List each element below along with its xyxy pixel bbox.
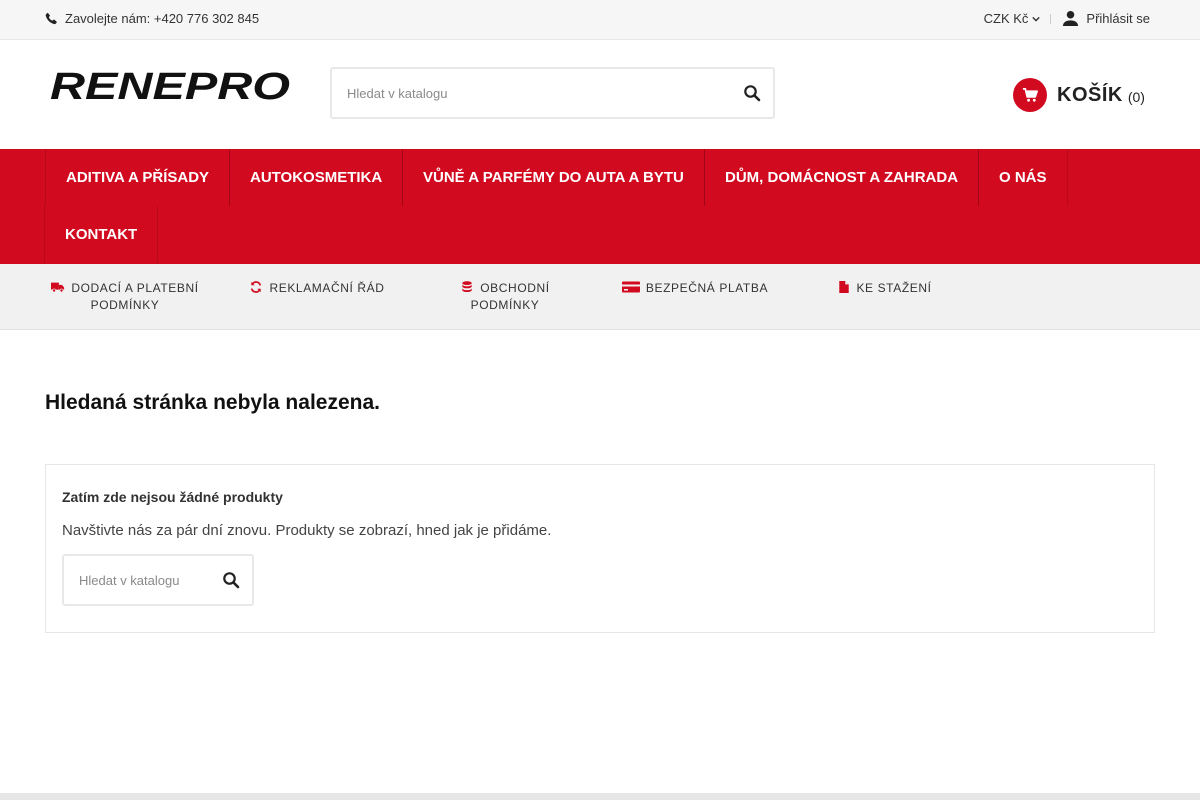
site-logo[interactable]: RENEPRO [48, 66, 293, 108]
search-icon[interactable] [743, 84, 761, 102]
login-link[interactable]: Přihlásit se [1062, 10, 1150, 27]
info-label: PODMÍNKY [470, 298, 540, 312]
info-label: OBCHODNÍ [480, 281, 550, 295]
info-link-complaints[interactable]: REKLAMAČNÍ ŘÁD [247, 280, 387, 297]
currency-label: CZK Kč [983, 11, 1029, 26]
truck-icon [51, 282, 65, 293]
nav-item-dum[interactable]: DŮM, DOMÁCNOST A ZAHRADA [704, 149, 979, 206]
user-icon [1063, 10, 1079, 27]
cart-label: KOŠÍK [1057, 83, 1123, 106]
cart-badge [1013, 78, 1047, 112]
info-link-terms[interactable]: OBCHODNÍ PODMÍNKY [445, 280, 565, 314]
info-strip: DODACÍ A PLATEBNÍ PODMÍNKY REKLAMAČNÍ ŘÁ… [0, 264, 1200, 330]
chevron-down-icon [1032, 16, 1041, 22]
credit-card-icon [621, 281, 640, 293]
empty-products-box: Zatím zde nejsou žádné produkty Navštivt… [45, 464, 1155, 633]
nav-item-o-nas[interactable]: O NÁS [978, 149, 1068, 206]
phone-text: Zavolejte nám: +420 776 302 845 [65, 11, 260, 26]
catalog-search-input[interactable] [64, 556, 209, 604]
phone-icon [45, 12, 57, 25]
main-navigation: ADITIVA A PŘÍSADY AUTOKOSMETIKA VŮNĚ A P… [0, 149, 1200, 264]
top-bar: Zavolejte nám: +420 776 302 845 CZK Kč P… [0, 0, 1200, 40]
cart-count: (0) [1127, 89, 1145, 105]
empty-text: Navštivte nás za pár dní znovu. Produkty… [62, 522, 552, 539]
info-link-downloads[interactable]: KE STAŽENÍ [835, 280, 935, 297]
shopping-cart-icon [1022, 88, 1038, 102]
divider [1050, 13, 1052, 24]
catalog-search-box [62, 554, 254, 606]
currency-selector[interactable]: CZK Kč [984, 11, 1041, 26]
info-label: PODMÍNKY [90, 298, 160, 312]
login-label: Přihlásit se [1086, 11, 1150, 26]
logo-image: RENEPRO [50, 66, 290, 108]
footer-edge [0, 793, 1200, 800]
info-link-delivery[interactable]: DODACÍ A PLATEBNÍ PODMÍNKY [50, 280, 200, 314]
nav-item-autokosmetika[interactable]: AUTOKOSMETIKA [229, 149, 403, 206]
info-label: KE STAŽENÍ [856, 281, 932, 295]
page-title: Hledaná stránka nebyla nalezena. [45, 391, 380, 414]
info-link-secure-payment[interactable]: BEZPEČNÁ PLATBA [620, 280, 770, 297]
search-icon[interactable] [222, 571, 240, 589]
database-icon [462, 281, 472, 293]
nav-item-kontakt[interactable]: KONTAKT [44, 206, 158, 263]
empty-heading: Zatím zde nejsou žádné produkty [62, 489, 283, 505]
info-label: REKLAMAČNÍ ŘÁD [269, 281, 385, 295]
refresh-icon [251, 281, 262, 293]
phone-info: Zavolejte nám: +420 776 302 845 [45, 11, 259, 26]
info-label: DODACÍ A PLATEBNÍ [71, 281, 199, 295]
nav-item-aditiva[interactable]: ADITIVA A PŘÍSADY [45, 149, 230, 206]
nav-item-vune[interactable]: VŮNĚ A PARFÉMY DO AUTA A BYTU [402, 149, 705, 206]
logo-text: RENEPRO [50, 68, 290, 104]
search-box [330, 67, 775, 119]
file-icon [839, 281, 850, 293]
info-label: BEZPEČNÁ PLATBA [645, 281, 769, 295]
cart-button[interactable]: KOŠÍK (0) [1013, 78, 1145, 112]
search-input[interactable] [332, 69, 722, 117]
